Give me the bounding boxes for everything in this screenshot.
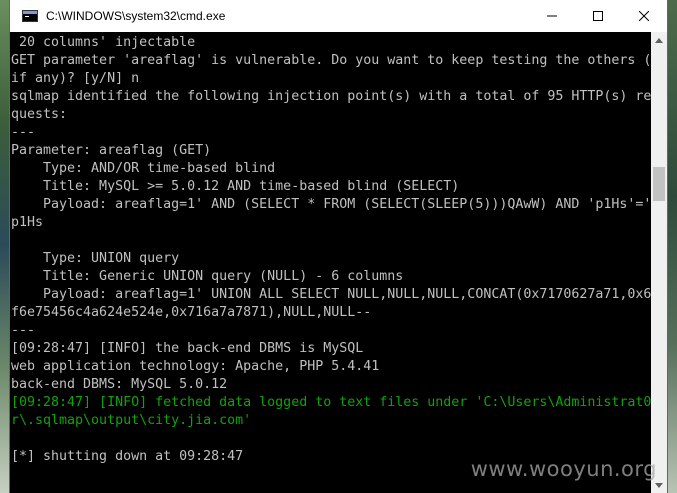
console-line: p1Hs bbox=[11, 215, 44, 230]
vertical-scrollbar[interactable] bbox=[651, 32, 667, 493]
console-line: quests: bbox=[11, 107, 68, 122]
scroll-up-icon bbox=[655, 37, 663, 43]
scroll-down-icon bbox=[655, 482, 663, 488]
window-controls bbox=[529, 0, 667, 32]
scroll-up-button[interactable] bbox=[651, 32, 667, 48]
cmd-app-icon[interactable] bbox=[22, 10, 38, 22]
console-line: [09:28:47] [INFO] the back-end DBMS is M… bbox=[11, 341, 364, 356]
console-line: f6e75456c4a624e524e,0x716a7a7871),NULL,N… bbox=[11, 305, 372, 320]
minimize-button[interactable] bbox=[529, 0, 575, 32]
desktop-wallpaper-strip bbox=[0, 0, 9, 493]
minimize-icon bbox=[547, 15, 557, 17]
cmd-window: C:\WINDOWS\system32\cmd.exe 20 columns' … bbox=[9, 0, 668, 493]
console-line: Title: Generic UNION query (NULL) - 6 co… bbox=[11, 269, 404, 284]
console-line: 20 columns' injectable bbox=[11, 35, 196, 50]
console-line: --- bbox=[11, 125, 36, 140]
console-line: Payload: areaflag=1' UNION ALL SELECT NU… bbox=[11, 287, 651, 302]
console-line: --- bbox=[11, 323, 36, 338]
console-line: [09:28:47] [INFO] fetched data logged to… bbox=[11, 395, 651, 410]
console-line: Type: UNION query bbox=[11, 251, 180, 266]
console-line: Parameter: areaflag (GET) bbox=[11, 143, 212, 158]
console-line: GET parameter 'areaflag' is vulnerable. … bbox=[11, 53, 651, 68]
maximize-icon bbox=[593, 11, 603, 21]
window-title: C:\WINDOWS\system32\cmd.exe bbox=[46, 9, 226, 23]
console-line: sqlmap identified the following injectio… bbox=[11, 89, 651, 104]
console-line: if any)? [y/N] n bbox=[11, 71, 140, 86]
maximize-button[interactable] bbox=[575, 0, 621, 32]
console-line: web application technology: Apache, PHP … bbox=[11, 359, 380, 374]
scroll-thumb[interactable] bbox=[653, 167, 665, 201]
watermark: www.wooyun.org bbox=[470, 457, 657, 481]
close-button[interactable] bbox=[621, 0, 667, 32]
close-icon bbox=[639, 11, 649, 21]
console-line: Payload: areaflag=1' AND (SELECT * FROM … bbox=[11, 197, 651, 212]
console-output[interactable]: 20 columns' injectable GET parameter 'are… bbox=[10, 32, 651, 493]
console-line: back-end DBMS: MySQL 5.0.12 bbox=[11, 377, 228, 392]
console-line: r\.sqlmap\output\city.jia.com' bbox=[11, 413, 252, 428]
title-bar[interactable]: C:\WINDOWS\system32\cmd.exe bbox=[10, 0, 667, 32]
console-line: Type: AND/OR time-based blind bbox=[11, 161, 276, 176]
console-line: Title: MySQL >= 5.0.12 AND time-based bl… bbox=[11, 179, 460, 194]
